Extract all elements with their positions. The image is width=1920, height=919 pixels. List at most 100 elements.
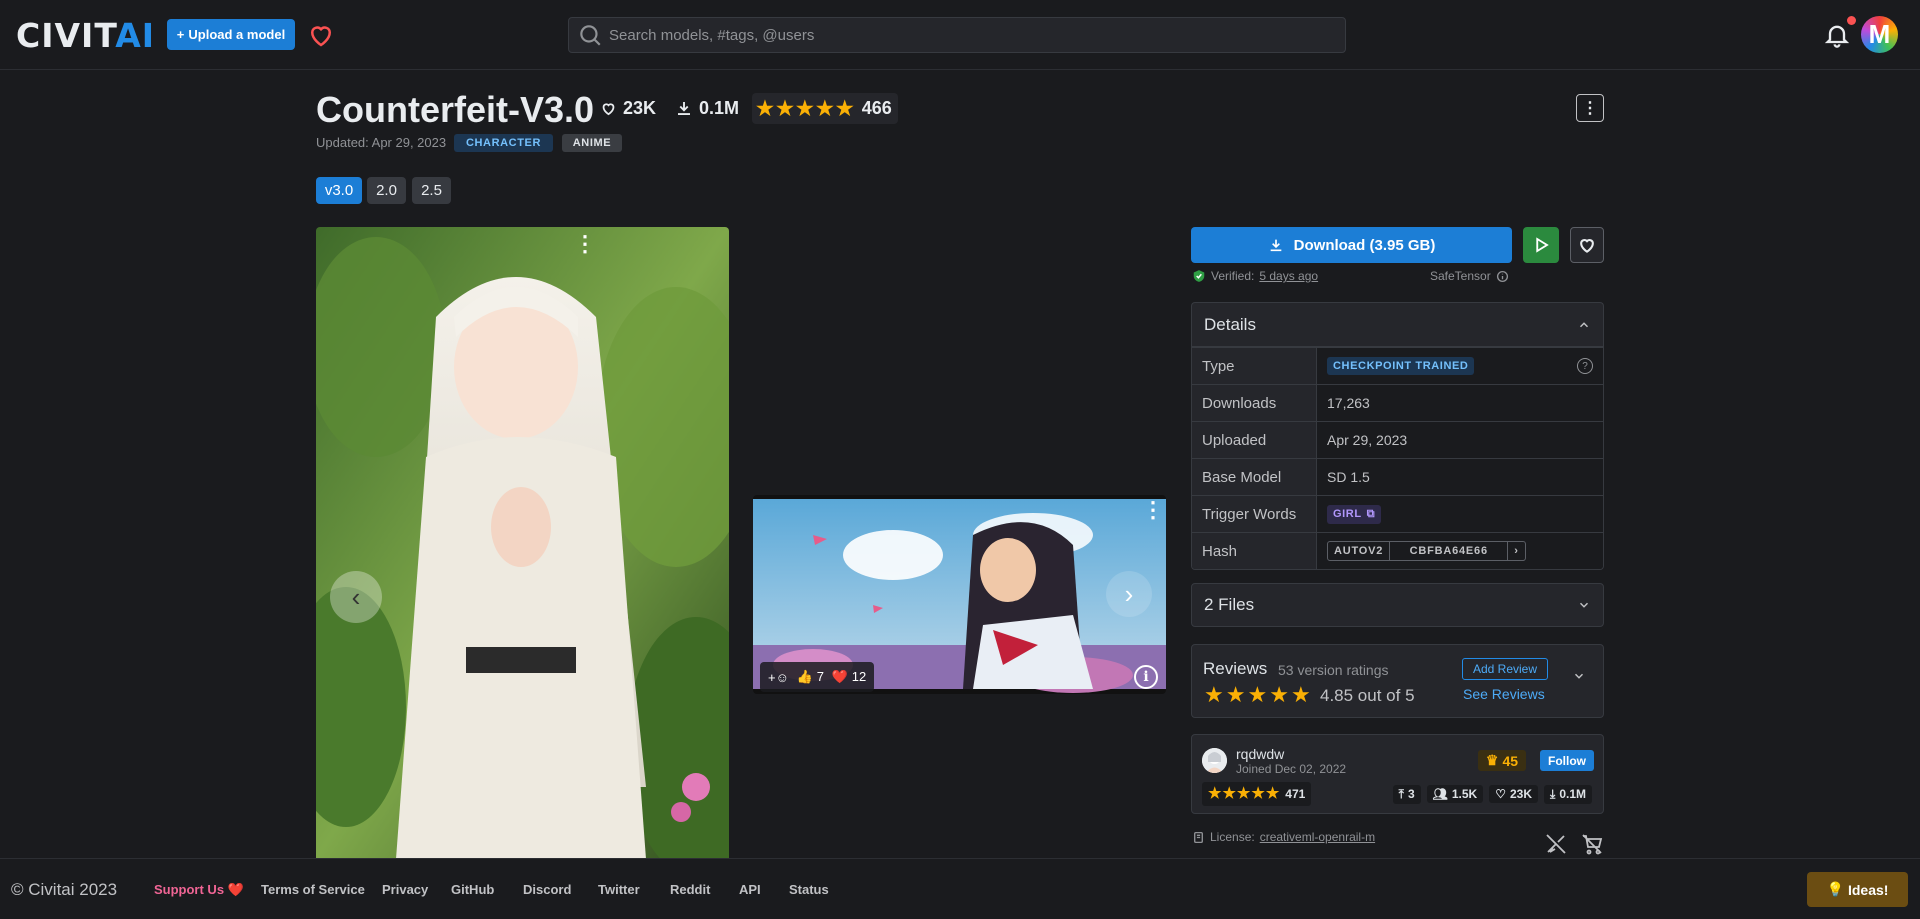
chevron-down-icon[interactable] [1572, 669, 1586, 683]
add-reaction-icon[interactable]: +☺ [768, 670, 789, 685]
model-menu-button[interactable]: ⋮ [1576, 94, 1604, 122]
heart-icon[interactable] [306, 20, 336, 50]
info-circle-icon[interactable] [1496, 270, 1509, 283]
star-icon: ★ [1265, 785, 1280, 802]
image-2-menu-button[interactable]: ⋮ [1142, 499, 1164, 521]
row-key: Downloads [1192, 385, 1317, 421]
heart-icon: ♡ [1495, 787, 1506, 801]
copy-icon[interactable]: ⧉ [1367, 508, 1375, 521]
footer-link-github[interactable]: GitHub [451, 882, 494, 897]
ideas-button[interactable]: 💡 Ideas! [1807, 872, 1908, 907]
creator-joined: Joined Dec 02, 2022 [1236, 762, 1347, 776]
play-icon [1536, 237, 1549, 253]
details-header[interactable]: Details [1191, 302, 1604, 346]
footer-link-api[interactable]: API [739, 882, 761, 897]
row-key: Type [1192, 348, 1317, 384]
footer-link-support[interactable]: Support Us ❤️ [154, 882, 244, 898]
bell-icon[interactable] [1823, 21, 1851, 49]
version-tab-v3[interactable]: v3.0 [316, 177, 362, 204]
add-review-button[interactable]: Add Review [1462, 658, 1548, 680]
no-brush-icon[interactable] [1543, 832, 1569, 856]
star-icon: ★ [1251, 785, 1265, 802]
star-icon: ★ [795, 97, 814, 120]
footer-link-twitter[interactable]: Twitter [598, 882, 640, 897]
row-key: Trigger Words [1192, 496, 1317, 532]
hash-box[interactable]: AUTOV2 CBFBA64E66 › [1327, 541, 1526, 561]
rating-count: 466 [861, 98, 892, 118]
search-input[interactable] [609, 26, 1309, 44]
table-row: Type CHECKPOINT TRAINED ? [1192, 347, 1603, 384]
uploads-stat: ⤒ 3 [1392, 784, 1421, 804]
lightbulb-icon: 💡 [1826, 881, 1844, 897]
version-tab-2-5[interactable]: 2.5 [412, 177, 451, 204]
star-icon: ★ [1225, 682, 1246, 707]
footer-link-terms[interactable]: Terms of Service [261, 882, 365, 897]
updated-date: Updated: Apr 29, 2023 [316, 135, 447, 150]
download-label: Download (3.95 GB) [1293, 236, 1436, 254]
verified-status: Verified: 5 days ago [1192, 268, 1318, 284]
ratings-count: 53 version ratings [1278, 662, 1389, 678]
upload-model-label: Upload a model [188, 27, 286, 42]
files-accordion[interactable]: 2 Files [1191, 583, 1604, 627]
next-image-button[interactable]: › [1106, 571, 1152, 617]
run-button[interactable] [1523, 227, 1559, 263]
table-row: Base Model SD 1.5 [1192, 458, 1603, 495]
tag-anime[interactable]: ANIME [562, 134, 622, 152]
creator-downloads-stat: ⤓ 0.1M [1544, 784, 1592, 804]
civitai-logo[interactable]: CIVITAI [16, 18, 155, 53]
help-icon[interactable]: ? [1577, 358, 1593, 374]
info-icon[interactable]: i [1134, 665, 1158, 689]
top-bar: CIVITAI + Upload a model M [0, 0, 1920, 70]
format-indicator: SafeTensor [1430, 268, 1509, 284]
heart-reaction[interactable]: ❤️ 12 [832, 669, 866, 685]
trigger-word: GIRL [1333, 508, 1362, 520]
footer: © Civitai 2023 Support Us ❤️ Terms of Se… [0, 858, 1920, 919]
tag-character[interactable]: CHARACTER [454, 134, 553, 152]
footer-link-reddit[interactable]: Reddit [670, 882, 710, 897]
see-reviews-link[interactable]: See Reviews [1463, 686, 1545, 702]
image-menu-button[interactable]: ⋮ [574, 233, 596, 255]
footer-link-discord[interactable]: Discord [523, 882, 571, 897]
table-row: Downloads 17,263 [1192, 384, 1603, 421]
details-table: Type CHECKPOINT TRAINED ? Downloads 17,2… [1191, 346, 1604, 570]
shield-check-icon [1193, 270, 1205, 282]
download-icon [678, 102, 690, 115]
reaction-bar: +☺ 👍 7 ❤️ 12 [760, 662, 875, 692]
favorite-button[interactable] [1570, 227, 1604, 263]
likes-stat: 23K [600, 96, 656, 120]
files-label: 2 Files [1204, 595, 1255, 614]
hash-value[interactable]: CBFBA64E66 [1390, 542, 1509, 560]
star-icon: ★ [1269, 682, 1289, 707]
prev-image-button[interactable]: ‹ [330, 571, 382, 623]
gallery-image-1[interactable]: ⋮ ‹ [316, 227, 729, 859]
row-value: 17,263 [1317, 385, 1603, 421]
verified-time-link[interactable]: 5 days ago [1259, 269, 1318, 283]
star-icon: ★ [775, 97, 794, 120]
chevron-right-icon[interactable]: › [1508, 542, 1524, 560]
license-restriction-icons [1543, 832, 1605, 856]
footer-link-status[interactable]: Status [789, 882, 829, 897]
license-link[interactable]: creativeml-openrail-m [1260, 830, 1375, 844]
upload-model-button[interactable]: + Upload a model [167, 19, 295, 50]
rating-summary[interactable]: ★ ★ ★ ★ ★ 466 [752, 93, 898, 124]
follow-button[interactable]: Follow [1540, 750, 1594, 771]
search-bar[interactable] [568, 17, 1346, 53]
user-avatar[interactable]: M [1861, 16, 1898, 53]
creator-rank-badge: ♛ 45 [1478, 750, 1526, 771]
chevron-down-icon [1579, 602, 1589, 608]
plus-icon: + [176, 27, 185, 42]
creator-name[interactable]: rqdwdw [1236, 746, 1284, 762]
hash-type[interactable]: AUTOV2 [1328, 542, 1391, 560]
creator-avatar[interactable] [1202, 748, 1227, 773]
download-button[interactable]: Download (3.95 GB) [1191, 227, 1512, 263]
no-cart-icon[interactable] [1579, 832, 1605, 856]
version-tab-2-0[interactable]: 2.0 [367, 177, 406, 204]
thumbs-up-reaction[interactable]: 👍 7 [797, 669, 824, 685]
star-icon: ★ [1290, 682, 1311, 707]
footer-link-privacy[interactable]: Privacy [382, 882, 428, 897]
star-icon: ★ [756, 97, 774, 120]
trigger-word-badge[interactable]: GIRL ⧉ [1327, 504, 1382, 524]
verified-label: Verified: [1211, 269, 1255, 283]
row-key: Base Model [1192, 459, 1317, 495]
heart-outline-icon [602, 102, 615, 115]
